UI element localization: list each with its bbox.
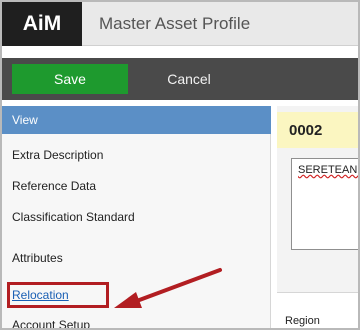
- page-title: Master Asset Profile: [99, 14, 251, 33]
- sidebar-header-view[interactable]: View: [2, 106, 271, 134]
- sidebar-item-classification-standard[interactable]: Classification Standard: [12, 210, 135, 224]
- aim-logo: AiM: [2, 2, 82, 46]
- description-value: SERETEANU: [298, 164, 360, 176]
- record-id-band: 0002: [277, 112, 358, 148]
- action-toolbar: Save Cancel: [2, 58, 358, 100]
- sidebar-item-extra-description[interactable]: Extra Description: [12, 148, 103, 162]
- record-id: 0002: [289, 122, 323, 139]
- save-button[interactable]: Save: [12, 64, 128, 94]
- view-sidebar: View Extra Description Reference Data Cl…: [2, 106, 271, 328]
- main-content: 0002 SERETEANU Region: [277, 106, 360, 328]
- region-panel: Region: [277, 292, 358, 328]
- sidebar-item-account-setup[interactable]: Account Setup: [12, 318, 90, 328]
- app-window: AiM Master Asset Profile Save Cancel Vie…: [0, 0, 360, 330]
- sidebar-item-reference-data[interactable]: Reference Data: [12, 179, 96, 193]
- title-bar: AiM Master Asset Profile: [2, 2, 358, 46]
- region-label: Region: [285, 315, 320, 327]
- cancel-button[interactable]: Cancel: [146, 64, 232, 94]
- description-textarea[interactable]: SERETEANU: [291, 158, 360, 250]
- sidebar-item-attributes[interactable]: Attributes: [12, 251, 63, 265]
- relocation-highlight-box: [7, 282, 109, 308]
